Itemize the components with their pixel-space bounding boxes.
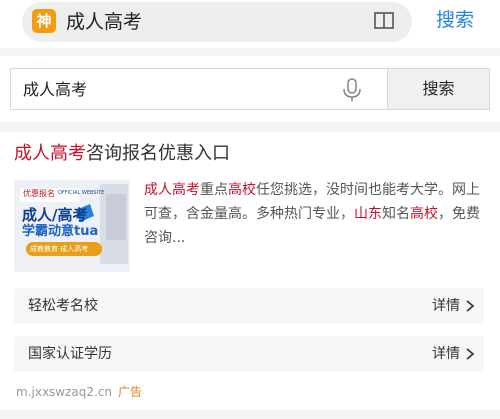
- sitelink-detail: 详情: [432, 346, 460, 362]
- search-button[interactable]: 搜索: [387, 68, 490, 110]
- desc-highlight: 成人高考: [144, 182, 200, 198]
- thumb-bottom-text: 成教教育·成人高考: [30, 245, 89, 253]
- chevron-right-icon: [466, 300, 474, 312]
- ad-description: 成人高考重点高校任您挑选，没时间也能考大学。网上可查，含金量高。多种热门专业，山…: [144, 178, 484, 250]
- ad-title-text: 咨询报名优惠入口: [86, 143, 230, 164]
- desc-highlight: 高校: [228, 182, 256, 198]
- ad-result-card: 成人高考咨询报名优惠入口 优惠报名 OFFICIAL WEBSITE 成人/高考…: [0, 132, 500, 410]
- top-search-button[interactable]: 搜索: [436, 0, 474, 42]
- sitelink-detail: 详情: [432, 298, 460, 314]
- app-icon: 神: [32, 9, 56, 33]
- thumb-line1: 成人/高考: [22, 206, 88, 224]
- ad-footer: m.jxxswzaq2.cn 广告: [16, 384, 142, 400]
- sitelink-label: 国家认证学历: [28, 346, 112, 362]
- search-row: 成人高考 搜索: [0, 56, 500, 122]
- reader-mode-icon[interactable]: [374, 12, 394, 29]
- ad-sitelink-2[interactable]: 国家认证学历 详情: [14, 336, 484, 372]
- ad-sitelink-1[interactable]: 轻松考名校 详情: [14, 288, 484, 324]
- desc-text: 知名: [382, 206, 410, 222]
- thumb-brand-text: OFFICIAL WEBSITE: [58, 190, 105, 196]
- sitelink-label: 轻松考名校: [28, 298, 98, 314]
- ad-title-highlight: 成人高考: [14, 143, 86, 164]
- ad-tag: 广告: [118, 385, 143, 399]
- thumb-top-text: 优惠报名: [23, 189, 55, 198]
- ad-domain[interactable]: m.jxxswzaq2.cn: [16, 385, 112, 399]
- ad-thumbnail[interactable]: 优惠报名 OFFICIAL WEBSITE 成人/高考 学霸动意tua 成教教育…: [14, 180, 130, 272]
- chevron-right-icon: [466, 348, 474, 360]
- ad-title-link[interactable]: 成人高考咨询报名优惠入口: [14, 142, 230, 166]
- bottom-divider: [0, 410, 500, 419]
- thumb-line2: 学霸动意tua: [22, 224, 99, 239]
- address-bar[interactable]: 神 成人高考: [22, 2, 412, 42]
- search-input-value: 成人高考: [23, 80, 88, 99]
- desc-highlight: 山东: [354, 206, 382, 222]
- desc-highlight: 高校: [410, 206, 438, 222]
- desc-text: 重点: [200, 182, 228, 198]
- address-text[interactable]: 成人高考: [66, 2, 142, 42]
- browser-top-bar: 神 成人高考 搜索: [0, 0, 500, 48]
- microphone-icon[interactable]: [341, 77, 363, 103]
- search-input[interactable]: 成人高考: [10, 68, 388, 110]
